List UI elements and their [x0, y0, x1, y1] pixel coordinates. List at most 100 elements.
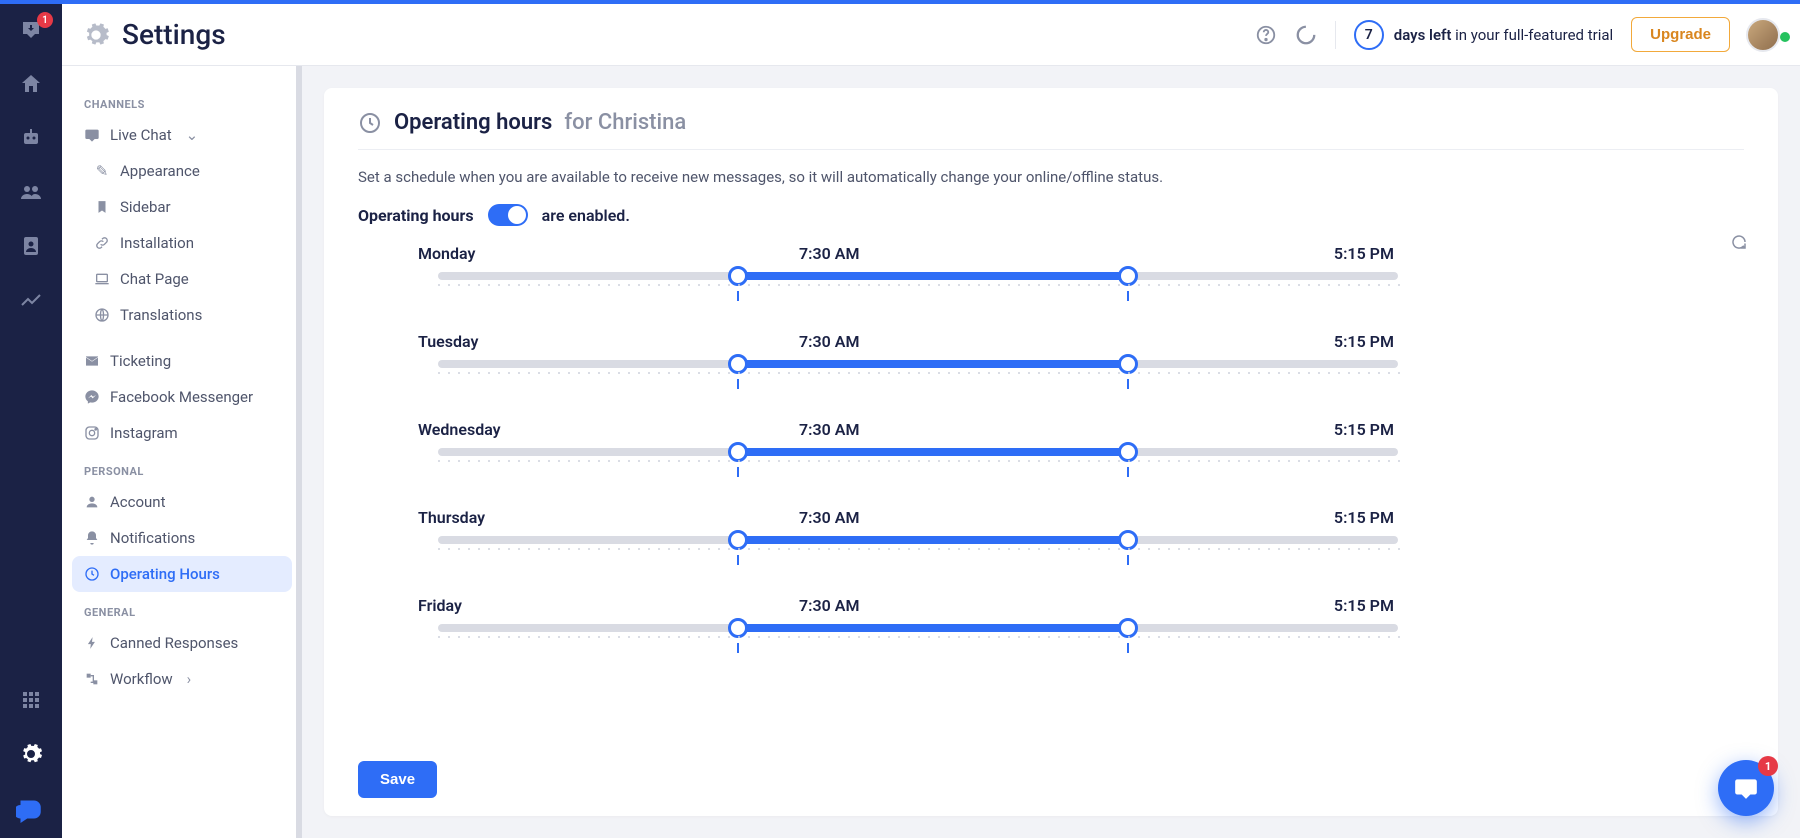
end-time-label: 5:15 PM [1334, 244, 1394, 263]
operating-hours-toggle[interactable] [488, 204, 528, 226]
start-time-label: 7:30 AM [799, 332, 859, 351]
day-row: Wednesday7:30 AM5:15 PM [418, 420, 1734, 468]
save-button[interactable]: Save [358, 761, 437, 798]
time-range-slider[interactable] [418, 448, 1398, 468]
time-range-slider[interactable] [418, 272, 1398, 292]
gear-icon [82, 21, 110, 49]
start-time-label: 7:30 AM [799, 596, 859, 615]
end-time-label: 5:15 PM [1334, 508, 1394, 527]
clock-icon [358, 111, 382, 135]
chat-launcher-button[interactable]: 1 [1718, 760, 1774, 816]
sidebar-item-label: Live Chat [110, 126, 172, 144]
scrollbar[interactable] [296, 66, 302, 838]
panel-subtitle: for Christina [564, 110, 686, 135]
sidebar-item-sidebar[interactable]: Sidebar [72, 189, 292, 225]
header-divider [1335, 21, 1336, 49]
time-range-slider[interactable] [418, 360, 1398, 380]
sidebar-item-appearance[interactable]: ✎ Appearance [72, 153, 292, 189]
avatar[interactable] [1746, 18, 1780, 52]
day-name: Tuesday [418, 332, 478, 351]
sidebar-item-notifications[interactable]: Notifications [72, 520, 292, 556]
slider-handle-start[interactable] [728, 266, 748, 286]
sidebar-item-live-chat[interactable]: Live Chat ⌄ [72, 117, 292, 153]
nav-rail: 1 [0, 4, 62, 838]
page-header: Settings 7 days left in your full-featur… [62, 4, 1800, 66]
panel-description: Set a schedule when you are available to… [358, 168, 1744, 186]
start-time-label: 7:30 AM [799, 244, 859, 263]
slider-handle-end[interactable] [1118, 618, 1138, 638]
end-time-label: 5:15 PM [1334, 332, 1394, 351]
panel-title: Operating hours [394, 110, 552, 135]
sidebar-item-ticketing[interactable]: Ticketing [72, 343, 292, 379]
day-name: Monday [418, 244, 475, 263]
time-range-slider[interactable] [418, 536, 1398, 556]
chat-launcher-badge: 1 [1758, 756, 1778, 776]
bolt-icon [84, 635, 100, 651]
sidebar-item-translations[interactable]: Translations [72, 297, 292, 333]
sidebar-item-label: Appearance [120, 162, 200, 180]
sync-spinner-icon[interactable] [1295, 24, 1317, 46]
slider-handle-end[interactable] [1118, 530, 1138, 550]
sidebar-item-operating-hours[interactable]: Operating Hours [72, 556, 292, 592]
slider-handle-end[interactable] [1118, 266, 1138, 286]
day-name: Wednesday [418, 420, 501, 439]
sidebar-item-label: Operating Hours [110, 565, 220, 583]
analytics-icon[interactable] [19, 288, 43, 312]
sidebar-item-workflow[interactable]: Workflow › [72, 661, 292, 697]
sidebar-item-label: Installation [120, 234, 194, 252]
enable-label: Operating hours [358, 206, 474, 225]
sidebar-item-instagram[interactable]: Instagram [72, 415, 292, 451]
sidebar-item-label: Translations [120, 306, 202, 324]
inbox-badge: 1 [37, 12, 53, 28]
slider-handle-start[interactable] [728, 618, 748, 638]
help-icon[interactable] [1255, 24, 1277, 46]
chevron-right-icon: › [187, 670, 192, 688]
sidebar-item-label: Chat Page [120, 270, 189, 288]
home-icon[interactable] [19, 72, 43, 96]
sidebar-item-account[interactable]: Account [72, 484, 292, 520]
mail-icon [84, 353, 100, 369]
contacts-icon[interactable] [19, 234, 43, 258]
end-time-label: 5:15 PM [1334, 420, 1394, 439]
day-row: Friday 7:30 AM 5:15 PM [418, 596, 1734, 644]
apps-icon[interactable] [19, 688, 43, 712]
people-icon[interactable] [19, 180, 43, 204]
page-title: Settings [122, 18, 226, 51]
day-name: Thursday [418, 508, 485, 527]
settings-icon[interactable] [19, 742, 43, 766]
slider-handle-start[interactable] [728, 530, 748, 550]
time-range-slider[interactable] [418, 624, 1398, 644]
slider-handle-start[interactable] [728, 442, 748, 462]
day-row: Tuesday 7:30 AM 5:15 PM [418, 332, 1734, 380]
link-icon [94, 235, 110, 251]
sidebar-item-label: Canned Responses [110, 634, 238, 652]
sidebar-item-label: Sidebar [120, 198, 171, 216]
end-time-label: 5:15 PM [1334, 596, 1394, 615]
slider-handle-end[interactable] [1118, 442, 1138, 462]
slider-handle-end[interactable] [1118, 354, 1138, 374]
globe-icon [94, 307, 110, 323]
messenger-icon [84, 389, 100, 405]
sidebar-heading-channels: CHANNELS [72, 84, 292, 117]
sidebar-item-canned-responses[interactable]: Canned Responses [72, 625, 292, 661]
days-list: Monday 7:30 AM 5:15 PM Tuesday 7:30 AM 5:15 P… [358, 244, 1744, 794]
slider-handle-start[interactable] [728, 354, 748, 374]
brand-logo-icon[interactable] [16, 796, 46, 826]
start-time-label: 7:30 AM [799, 508, 859, 527]
sidebar-item-label: Ticketing [110, 352, 171, 370]
pencil-icon: ✎ [94, 163, 110, 179]
inbox-icon[interactable]: 1 [19, 18, 43, 42]
sidebar-heading-personal: PERSONAL [72, 451, 292, 484]
sidebar-item-label: Facebook Messenger [110, 388, 253, 406]
day-name: Friday [418, 596, 462, 615]
sidebar-item-installation[interactable]: Installation [72, 225, 292, 261]
sidebar-item-label: Instagram [110, 424, 178, 442]
sidebar-item-label: Notifications [110, 529, 195, 547]
upgrade-button[interactable]: Upgrade [1631, 17, 1730, 52]
bookmark-icon [94, 199, 110, 215]
day-row: Thursday 7:30 AM 5:15 PM [418, 508, 1734, 556]
sidebar-item-chat-page[interactable]: Chat Page [72, 261, 292, 297]
bot-icon[interactable] [19, 126, 43, 150]
trial-text: days left in your full-featured trial [1394, 26, 1613, 44]
sidebar-item-fb-messenger[interactable]: Facebook Messenger [72, 379, 292, 415]
